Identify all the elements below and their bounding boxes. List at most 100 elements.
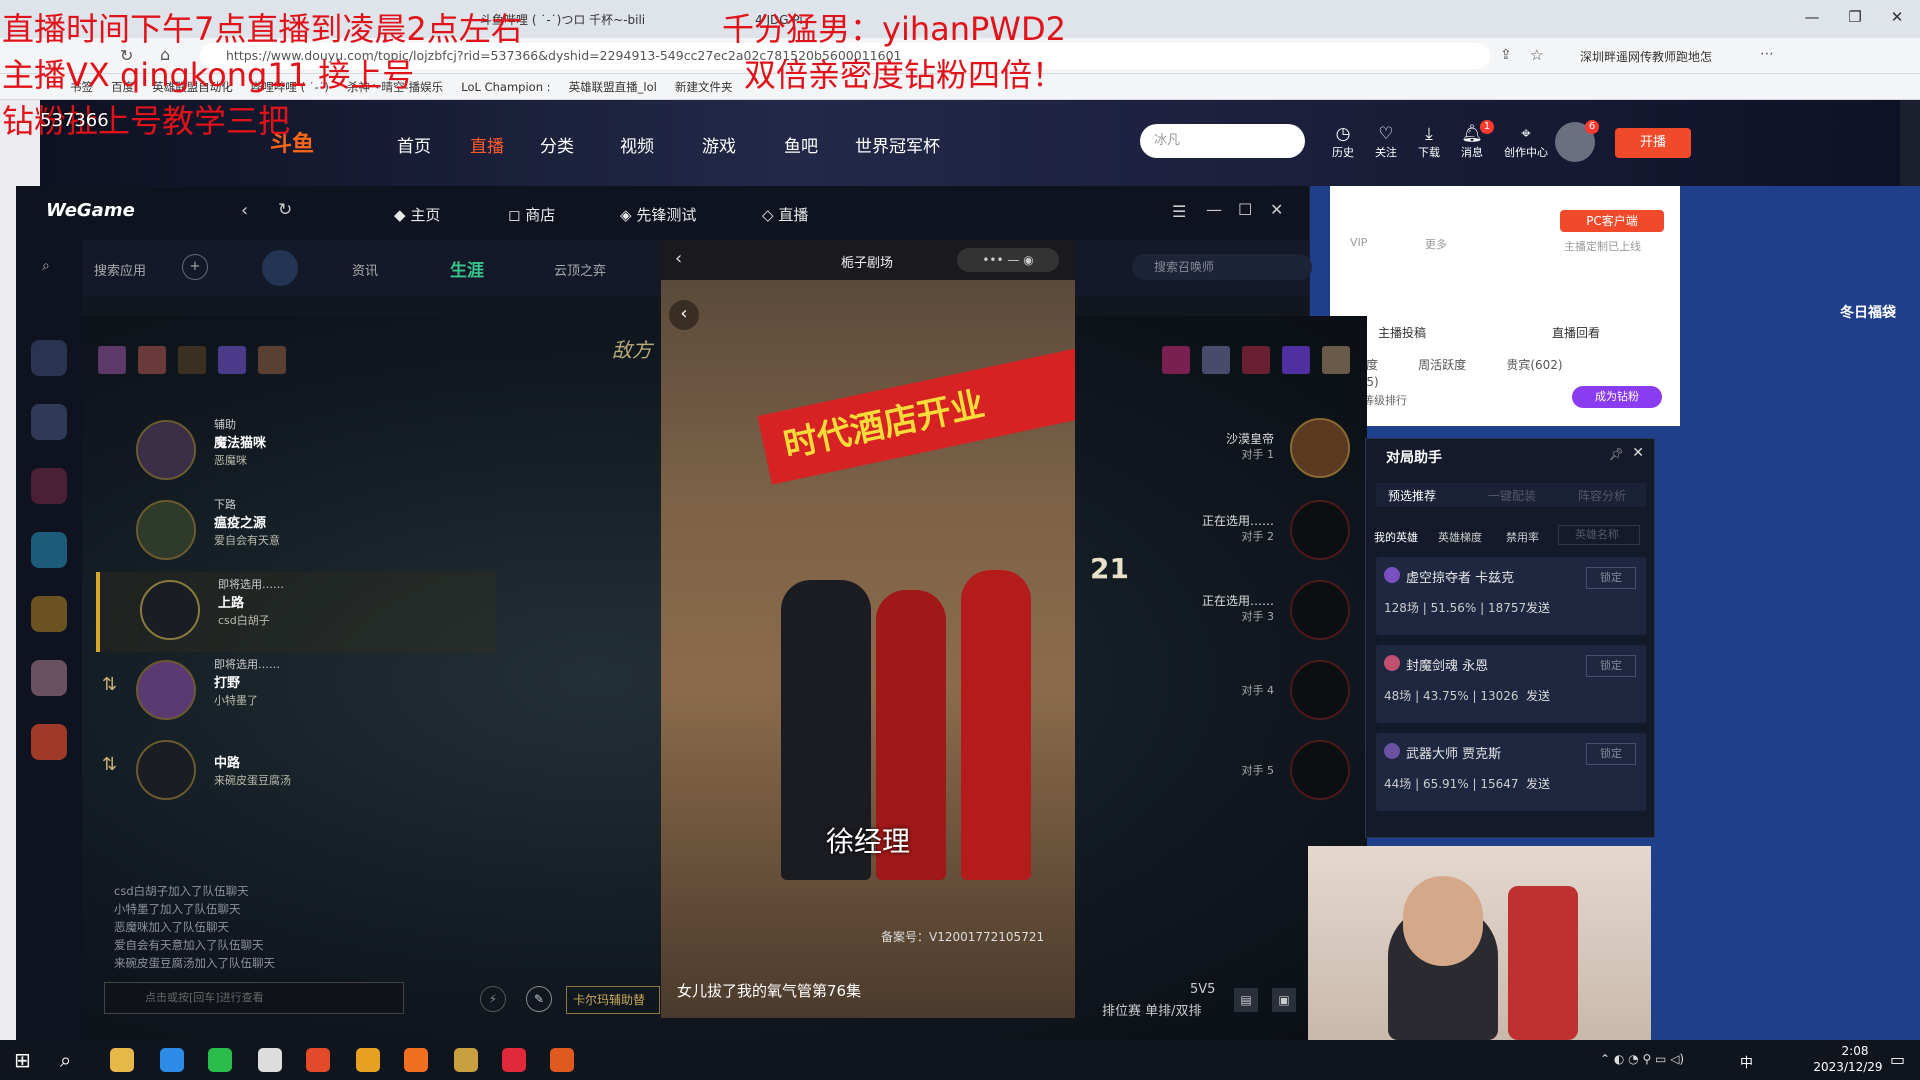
hero-recommendation[interactable]: 封魔剑魂 永恩 48场 | 43.75% | 13026 发送 锁定 bbox=[1376, 645, 1646, 723]
more-link[interactable]: 更多 bbox=[1425, 236, 1447, 252]
swap-icon[interactable]: ⇅ bbox=[102, 754, 117, 775]
back-icon[interactable]: ‹ bbox=[241, 200, 248, 221]
edit-icon[interactable]: ✎ bbox=[526, 986, 552, 1012]
nav-live[interactable]: 直播 bbox=[470, 132, 504, 157]
wegame-logo[interactable]: WeGame bbox=[46, 200, 135, 221]
wechat-icon[interactable] bbox=[208, 1048, 232, 1072]
back-icon[interactable]: ‹ bbox=[675, 248, 682, 269]
game-icon[interactable] bbox=[31, 532, 67, 568]
creator-center-button[interactable]: ⌖ 创作中心 bbox=[1496, 124, 1556, 160]
search-icon[interactable]: ⌕ bbox=[60, 1048, 71, 1072]
browser-icon[interactable] bbox=[160, 1048, 184, 1072]
chat-input[interactable]: 点击或按[回车]进行查看 bbox=[104, 982, 404, 1014]
add-icon[interactable]: + bbox=[182, 254, 208, 280]
subtab-ban-rate[interactable]: 禁用率 bbox=[1506, 529, 1539, 545]
douyu-icon[interactable] bbox=[404, 1048, 428, 1072]
nav-home[interactable]: 首页 bbox=[397, 132, 431, 157]
menu-icon[interactable]: ☰ bbox=[1172, 202, 1186, 221]
lol-icon[interactable] bbox=[262, 250, 298, 286]
replay-link[interactable]: 直播回看 bbox=[1552, 324, 1600, 341]
subtab-my-heroes[interactable]: 我的英雄 bbox=[1374, 529, 1418, 545]
nav-world-cup[interactable]: 世界冠军杯 bbox=[855, 132, 940, 157]
restore-button[interactable]: ❐ bbox=[1840, 8, 1870, 28]
game-icon[interactable] bbox=[31, 660, 67, 696]
lol-icon[interactable] bbox=[454, 1048, 478, 1072]
nav-game[interactable]: 游戏 bbox=[702, 132, 736, 157]
champion-helper-button[interactable]: 卡尔玛辅助替 bbox=[566, 986, 660, 1014]
wegame-nav-pioneer[interactable]: ◈ 先锋测试 bbox=[620, 204, 696, 225]
close-icon[interactable]: ✕ bbox=[1632, 445, 1644, 461]
search-app-input[interactable]: 搜索应用 bbox=[94, 260, 146, 279]
notification-icon[interactable]: ▭ bbox=[1890, 1050, 1905, 1069]
tab-preselect[interactable]: 预选推荐 bbox=[1388, 487, 1436, 504]
clock-date[interactable]: 2023/12/29 bbox=[1808, 1060, 1888, 1074]
history-button[interactable]: ◷ 历史 bbox=[1320, 124, 1366, 160]
lol-icon[interactable] bbox=[31, 404, 67, 440]
maximize-icon[interactable]: ☐ bbox=[1238, 200, 1252, 219]
nav-fishbar[interactable]: 鱼吧 bbox=[784, 132, 818, 157]
bookmark[interactable]: 新建文件夹 bbox=[675, 74, 733, 100]
pin-icon[interactable]: 📌︎ bbox=[1609, 447, 1624, 461]
tab-tft[interactable]: 云顶之弈 bbox=[554, 260, 606, 279]
windows-start-icon[interactable]: ⊞ bbox=[14, 1048, 31, 1072]
minimize-button[interactable]: — bbox=[1797, 8, 1827, 28]
nav-category[interactable]: 分类 bbox=[540, 132, 574, 157]
tab-news[interactable]: 资讯 bbox=[352, 260, 378, 279]
game-icon[interactable] bbox=[31, 724, 67, 760]
tab-career[interactable]: 生涯 bbox=[450, 256, 484, 281]
tray-icons[interactable]: ⌃ ◐ ◔ ⚲ ▭ ◁) bbox=[1600, 1052, 1684, 1066]
spell-icon[interactable]: ⚡ bbox=[480, 986, 506, 1012]
search-icon[interactable]: ⌕ bbox=[42, 258, 50, 274]
open-live-button[interactable]: 开播 bbox=[1615, 128, 1691, 158]
wegame-nav-store[interactable]: ◻ 商店 bbox=[508, 204, 555, 225]
extensions-icon[interactable]: ⋯ bbox=[1760, 46, 1774, 62]
lock-button[interactable]: 锁定 bbox=[1586, 655, 1636, 677]
search-summoner-input[interactable]: 搜索召唤师 bbox=[1132, 254, 1312, 280]
file-explorer-icon[interactable] bbox=[110, 1048, 134, 1072]
app-icon[interactable] bbox=[550, 1048, 574, 1072]
lol-icon[interactable] bbox=[31, 340, 67, 376]
search-engine-box[interactable]: 深圳畔遥网传教师跑地怎 bbox=[1580, 48, 1712, 65]
hero-recommendation[interactable]: 虚空掠夺者 卡兹克 128场 | 51.56% | 18757 发送 锁定 bbox=[1376, 557, 1646, 635]
anchor-post-link[interactable]: 主播投稿 bbox=[1378, 324, 1426, 341]
valorant-icon[interactable] bbox=[31, 468, 67, 504]
hero-search-input[interactable]: 英雄名称 bbox=[1558, 525, 1640, 545]
become-diamond-button[interactable]: 成为钻粉 bbox=[1572, 386, 1662, 408]
swap-icon[interactable]: ⇅ bbox=[102, 674, 117, 695]
video-frame[interactable]: 时代酒店开业 ‹ 徐经理 备案号：V12001772105721 女儿拔了我的氧… bbox=[661, 280, 1075, 1018]
pc-client-button[interactable]: PC客户端 bbox=[1560, 210, 1664, 232]
close-icon[interactable]: ✕ bbox=[1270, 200, 1283, 219]
bookmark[interactable]: LoL Champion : bbox=[461, 74, 550, 100]
send-button[interactable]: 发送 bbox=[1526, 687, 1550, 704]
clock-time[interactable]: 2:08 bbox=[1820, 1044, 1890, 1058]
wegame-nav-home[interactable]: ◆ 主页 bbox=[394, 204, 440, 225]
rank-tab[interactable]: 贵宾(602) bbox=[1506, 356, 1562, 373]
download-button[interactable]: ⤓ 下载 bbox=[1406, 124, 1452, 160]
refresh-icon[interactable]: ↻ bbox=[278, 200, 292, 220]
share-icon[interactable]: ⇪ bbox=[1500, 47, 1512, 63]
lock-button[interactable]: 锁定 bbox=[1586, 567, 1636, 589]
send-button[interactable]: 发送 bbox=[1526, 599, 1550, 616]
tab-comp[interactable]: 阵容分析 bbox=[1578, 487, 1626, 504]
team-slot-jungle[interactable]: ⇅ 即将选用…… 打野 小特墨了 bbox=[96, 652, 496, 732]
wegame-nav-live[interactable]: ◇ 直播 bbox=[762, 204, 808, 225]
star-icon[interactable]: ☆ bbox=[1530, 46, 1543, 64]
vip-link[interactable]: VIP bbox=[1350, 236, 1367, 249]
subtab-tier[interactable]: 英雄梯度 bbox=[1438, 529, 1482, 545]
app-icon[interactable] bbox=[258, 1048, 282, 1072]
game-icon[interactable] bbox=[31, 596, 67, 632]
winter-bag-badge[interactable]: 冬日福袋 bbox=[1840, 302, 1896, 322]
team-slot-top[interactable]: 即将选用…… 上路 csd白胡子 bbox=[96, 572, 496, 652]
video-controls[interactable]: ••• — ◉ bbox=[957, 248, 1059, 272]
app-icon[interactable] bbox=[356, 1048, 380, 1072]
rank-tab[interactable]: 周活跃度 bbox=[1418, 356, 1466, 373]
minimize-icon[interactable]: — bbox=[1206, 200, 1222, 219]
wegame-icon[interactable] bbox=[502, 1048, 526, 1072]
team-slot-mid[interactable]: ⇅ 中路 来碗皮蛋豆腐汤 bbox=[96, 732, 496, 812]
chat-bubble-icon[interactable]: ▤ bbox=[1234, 988, 1258, 1012]
lock-button[interactable]: 锁定 bbox=[1586, 743, 1636, 765]
follow-button[interactable]: ♡ 关注 bbox=[1363, 124, 1409, 160]
close-button[interactable]: ✕ bbox=[1882, 8, 1912, 28]
bookmark[interactable]: 英雄联盟直播_lol bbox=[569, 74, 657, 100]
app-icon[interactable] bbox=[306, 1048, 330, 1072]
